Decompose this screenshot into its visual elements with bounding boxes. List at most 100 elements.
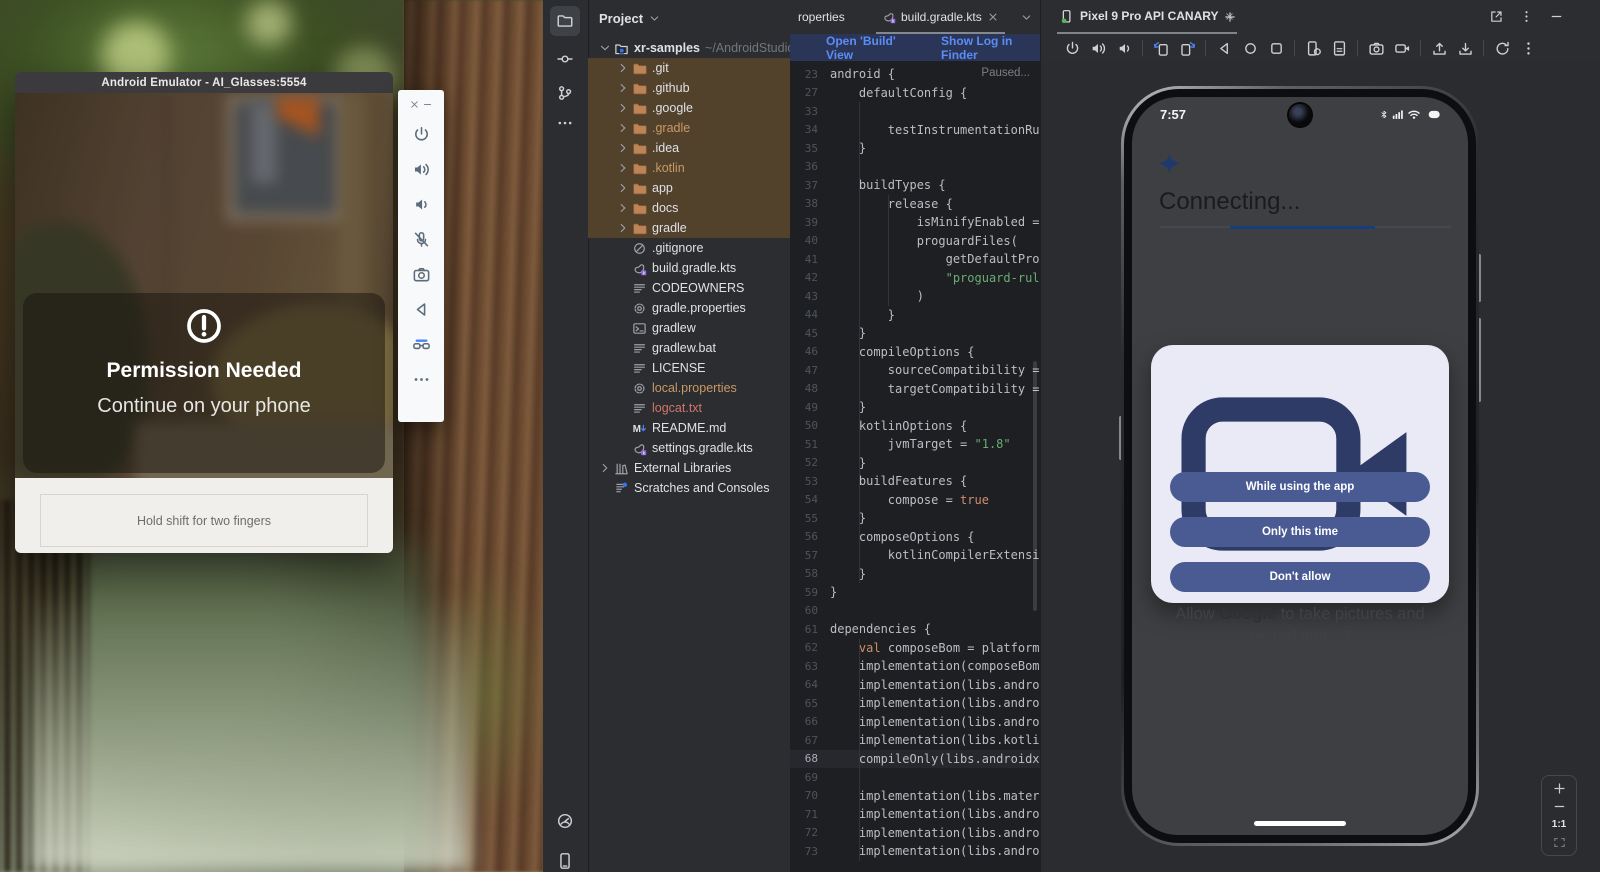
tree-item-logcat-txt[interactable]: logcat.txt <box>588 398 790 418</box>
zoom-controls: 1:1 <box>1541 775 1577 856</box>
volume-down-icon[interactable] <box>412 195 431 214</box>
volume-up-icon[interactable] <box>1090 40 1107 57</box>
tree-item-idea[interactable]: .idea <box>588 138 790 158</box>
download-icon[interactable] <box>1457 40 1474 57</box>
tree-item-gradlew-bat[interactable]: gradlew.bat <box>588 338 790 358</box>
code-line-33: 33 <box>790 102 1040 121</box>
tree-item-app[interactable]: app <box>588 178 790 198</box>
device-input-icon[interactable] <box>1331 40 1348 57</box>
tree-item-label: LICENSE <box>652 361 706 375</box>
signal-icon <box>1391 108 1405 121</box>
zoom-fit-button[interactable] <box>1552 835 1567 850</box>
tree-item-git[interactable]: .git <box>588 58 790 78</box>
open-in-window-icon[interactable] <box>1489 9 1504 24</box>
zoom-in-button[interactable] <box>1552 781 1567 796</box>
code-editor[interactable]: 23android {Paused...27 defaultConfig {33… <box>790 61 1040 872</box>
project-panel-header[interactable]: Project <box>588 0 790 36</box>
tree-item-xr-samples[interactable]: xr-samples~/AndroidStudioProje <box>588 38 790 58</box>
code-text: } <box>830 141 866 155</box>
upload-icon[interactable] <box>1431 40 1448 57</box>
more-tools-button[interactable] <box>550 108 580 138</box>
volume-up-icon[interactable] <box>412 160 431 179</box>
back-icon[interactable] <box>1216 40 1233 57</box>
camera-icon[interactable] <box>412 265 431 284</box>
tree-item-gradle[interactable]: .gradle <box>588 118 790 138</box>
folder-icon <box>632 161 647 176</box>
navigation-handle[interactable] <box>1254 821 1346 826</box>
don-t-allow-button[interactable]: Don't allow <box>1170 562 1430 592</box>
chevron-right-icon[interactable] <box>616 101 630 115</box>
phone-screen[interactable]: 7:57 Connecting... <box>1132 97 1468 835</box>
chevron-right-icon[interactable] <box>616 81 630 95</box>
folder-icon <box>632 201 647 216</box>
device-manager-tool-button[interactable] <box>550 846 580 872</box>
tree-item-external-libraries[interactable]: External Libraries <box>588 458 790 478</box>
tree-item-readme-md[interactable]: MREADME.md <box>588 418 790 438</box>
zoom-out-button[interactable] <box>1552 799 1567 814</box>
open-build-view-link[interactable]: Open 'Build' View <box>826 34 915 62</box>
tab-pixel-9-pro[interactable]: Pixel 9 Pro API CANARY <box>1057 0 1237 34</box>
back-icon[interactable] <box>412 300 431 319</box>
tree-item-codeowners[interactable]: CODEOWNERS <box>588 278 790 298</box>
overview-icon[interactable] <box>1268 40 1285 57</box>
project-tool-button[interactable] <box>550 6 580 36</box>
power-icon[interactable] <box>412 125 431 144</box>
emulator-minimize-icon[interactable] <box>422 99 433 110</box>
commit-tool-button[interactable] <box>550 44 580 74</box>
tree-item-docs[interactable]: docs <box>588 198 790 218</box>
hidden-tabs-chevron-icon[interactable] <box>1020 11 1033 24</box>
chevron-right-icon[interactable] <box>616 221 630 235</box>
tree-item-local-properties[interactable]: local.properties <box>588 378 790 398</box>
show-log-in-finder-link[interactable]: Show Log in Finder <box>941 34 1040 62</box>
rotate-right-icon[interactable] <box>1179 40 1196 57</box>
chevron-right-icon[interactable] <box>616 161 630 175</box>
tree-item-build-gradle-kts[interactable]: kbuild.gradle.kts <box>588 258 790 278</box>
chevron-right-icon[interactable] <box>598 461 612 475</box>
tree-item-gradlew[interactable]: gradlew <box>588 318 790 338</box>
rotate-left-icon[interactable] <box>1153 40 1170 57</box>
android-emulator-window: Android Emulator - AI_Glasses:5554 Permi… <box>15 72 393 553</box>
chevron-right-icon[interactable] <box>616 181 630 195</box>
restart-icon[interactable] <box>1494 40 1511 57</box>
emulator-close-icon[interactable] <box>409 99 420 110</box>
tab-build-gradle-kts[interactable]: k build.gradle.kts <box>882 0 999 34</box>
tree-item-gradle[interactable]: gradle <box>588 218 790 238</box>
device-settings-icon[interactable] <box>1305 40 1322 57</box>
chevron-right-icon[interactable] <box>616 121 630 135</box>
glasses-icon[interactable] <box>412 335 431 354</box>
zoom-reset-button[interactable]: 1:1 <box>1552 817 1566 832</box>
add-device-tab-icon[interactable] <box>1223 10 1237 24</box>
more-horizontal-icon[interactable] <box>412 370 431 389</box>
volume-down-icon[interactable] <box>1116 40 1133 57</box>
editor-scrollbar[interactable] <box>1033 361 1037 611</box>
chevron-right-icon[interactable] <box>616 141 630 155</box>
mic-off-icon[interactable] <box>412 230 431 249</box>
close-tab-icon[interactable] <box>987 11 999 23</box>
hide-panel-icon[interactable] <box>1549 9 1564 24</box>
emulator-toolbar <box>398 90 444 422</box>
chevron-right-icon[interactable] <box>616 61 630 75</box>
only-this-time-button[interactable]: Only this time <box>1170 517 1430 547</box>
tree-item-gitignore[interactable]: .gitignore <box>588 238 790 258</box>
tree-item-license[interactable]: LICENSE <box>588 358 790 378</box>
home-icon[interactable] <box>1242 40 1259 57</box>
chevron-right-icon[interactable] <box>616 201 630 215</box>
profiler-tool-button[interactable] <box>550 806 580 836</box>
tree-item-gradle-properties[interactable]: gradle.properties <box>588 298 790 318</box>
git-tool-button[interactable] <box>550 78 580 108</box>
screen-record-icon[interactable] <box>1394 40 1411 57</box>
tree-item-label: gradlew <box>652 321 696 335</box>
tab-gradle-properties[interactable]: roperties <box>798 0 845 34</box>
tree-item-settings-gradle-kts[interactable]: ksettings.gradle.kts <box>588 438 790 458</box>
emulator-screen[interactable]: Permission Needed Continue on your phone <box>15 93 393 478</box>
tree-item-scratches-and-consoles[interactable]: Scratches and Consoles <box>588 478 790 498</box>
tree-item-github[interactable]: .github <box>588 78 790 98</box>
screenshot-icon[interactable] <box>1368 40 1385 57</box>
tree-item-google[interactable]: .google <box>588 98 790 118</box>
while-using-the-app-button[interactable]: While using the app <box>1170 472 1430 502</box>
power-icon[interactable] <box>1064 40 1081 57</box>
tree-item-kotlin[interactable]: .kotlin <box>588 158 790 178</box>
chevron-down-icon[interactable] <box>598 41 612 55</box>
more-vertical-icon[interactable] <box>1520 40 1537 57</box>
panel-options-icon[interactable] <box>1519 9 1534 24</box>
